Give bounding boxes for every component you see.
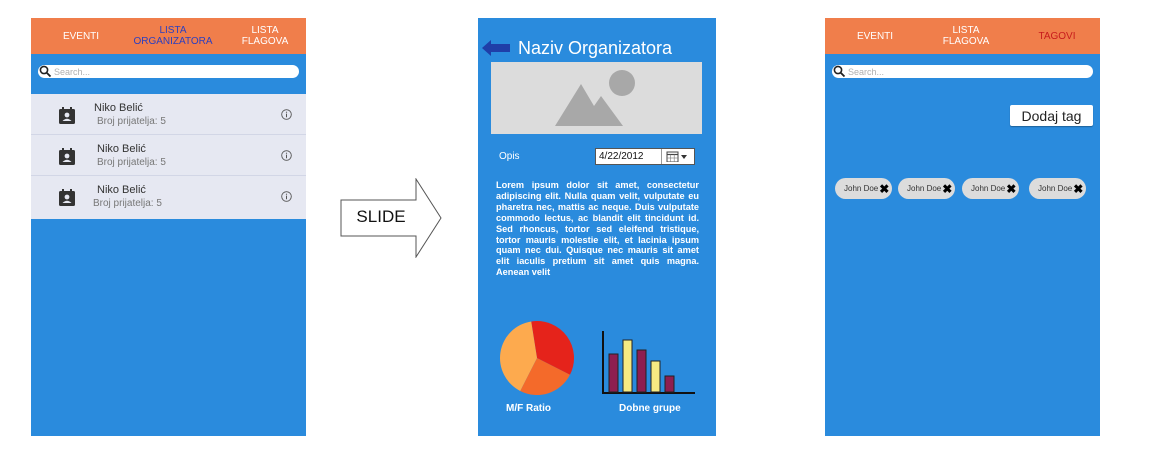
remove-tag-icon[interactable]: ✖ (879, 182, 889, 196)
organizer-detail-screen: Naziv Organizatora Opis 4/22/2012 Lorem … (478, 18, 716, 436)
top-nav: EVENTI LISTA ORGANIZATORA LISTA FLAGOVA (31, 18, 306, 54)
back-arrow-icon[interactable] (482, 39, 510, 57)
tab-tagovi[interactable]: TAGOVI (1025, 18, 1089, 54)
remove-tag-icon[interactable]: ✖ (1006, 182, 1016, 196)
search-icon (833, 65, 846, 78)
bar (650, 360, 661, 393)
search-bar (832, 65, 1093, 78)
info-icon[interactable] (281, 150, 292, 161)
date-picker[interactable]: 4/22/2012 (595, 148, 695, 165)
item-detail: Broj prijatelja: 5 (97, 157, 166, 168)
mf-ratio-pie-chart (500, 321, 574, 395)
organizer-list-screen: EVENTI LISTA ORGANIZATORA LISTA FLAGOVA … (31, 18, 306, 436)
bar (664, 375, 675, 393)
info-icon[interactable] (281, 109, 292, 120)
tab-eventi[interactable]: EVENTI (843, 18, 907, 54)
pie-chart-label: M/F Ratio (506, 403, 551, 414)
item-name: Niko Belić (97, 143, 146, 155)
description-text: Lorem ipsum dolor sit amet, consectetur … (496, 180, 699, 278)
tab-eventi[interactable]: EVENTI (49, 18, 113, 54)
tab-lista-flagova[interactable]: LISTA FLAGOVA (233, 18, 297, 54)
remove-tag-icon[interactable]: ✖ (1073, 182, 1083, 196)
tag-label: John Doe (1038, 184, 1073, 193)
tag-chip: John Doe ✖ (898, 178, 955, 199)
contact-icon (59, 107, 75, 124)
item-name: Niko Belić (94, 102, 143, 114)
search-input[interactable] (846, 65, 1078, 78)
bar (608, 353, 619, 393)
add-tag-button[interactable]: Dodaj tag (1010, 105, 1093, 126)
age-groups-bar-chart (602, 331, 695, 394)
bar-chart-label: Dobne grupe (619, 403, 681, 414)
contact-icon (59, 148, 75, 165)
tags-screen: EVENTI LISTA FLAGOVA TAGOVI Dodaj tag Jo… (825, 18, 1100, 436)
image-icon (555, 70, 635, 126)
item-detail: Broj prijatelja: 5 (93, 198, 162, 209)
search-icon (39, 65, 52, 78)
bar (636, 349, 647, 393)
tag-chip: John Doe ✖ (835, 178, 892, 199)
tab-lista-organizatora[interactable]: LISTA ORGANIZATORA (129, 18, 217, 54)
list-item[interactable]: Niko Belić Broj prijatelja: 5 (31, 135, 306, 176)
search-bar (38, 65, 299, 78)
contact-icon (59, 189, 75, 206)
tag-label: John Doe (844, 184, 879, 193)
list-item[interactable]: Niko Belić Broj prijatelja: 5 (31, 94, 306, 135)
search-input[interactable] (52, 65, 284, 78)
organizer-list: Niko Belić Broj prijatelja: 5 Niko Belić… (31, 94, 306, 219)
info-icon[interactable] (281, 191, 292, 202)
tag-chip: John Doe ✖ (962, 178, 1019, 199)
tag-label: John Doe (971, 184, 1006, 193)
bar (622, 339, 633, 393)
slide-label: SLIDE (356, 207, 406, 226)
item-name: Niko Belić (97, 184, 146, 196)
tag-chip: John Doe ✖ (1029, 178, 1086, 199)
remove-tag-icon[interactable]: ✖ (942, 182, 952, 196)
top-nav: EVENTI LISTA FLAGOVA TAGOVI (825, 18, 1100, 54)
image-placeholder (491, 62, 702, 134)
date-value: 4/22/2012 (599, 151, 644, 162)
tab-lista-flagova[interactable]: LISTA FLAGOVA (929, 18, 1003, 54)
item-detail: Broj prijatelja: 5 (97, 116, 166, 127)
tag-label: John Doe (907, 184, 942, 193)
description-label: Opis (499, 151, 520, 162)
calendar-dropdown-icon[interactable] (661, 149, 694, 164)
list-item[interactable]: Niko Belić Broj prijatelja: 5 (31, 176, 306, 217)
page-title: Naziv Organizatora (518, 38, 673, 58)
